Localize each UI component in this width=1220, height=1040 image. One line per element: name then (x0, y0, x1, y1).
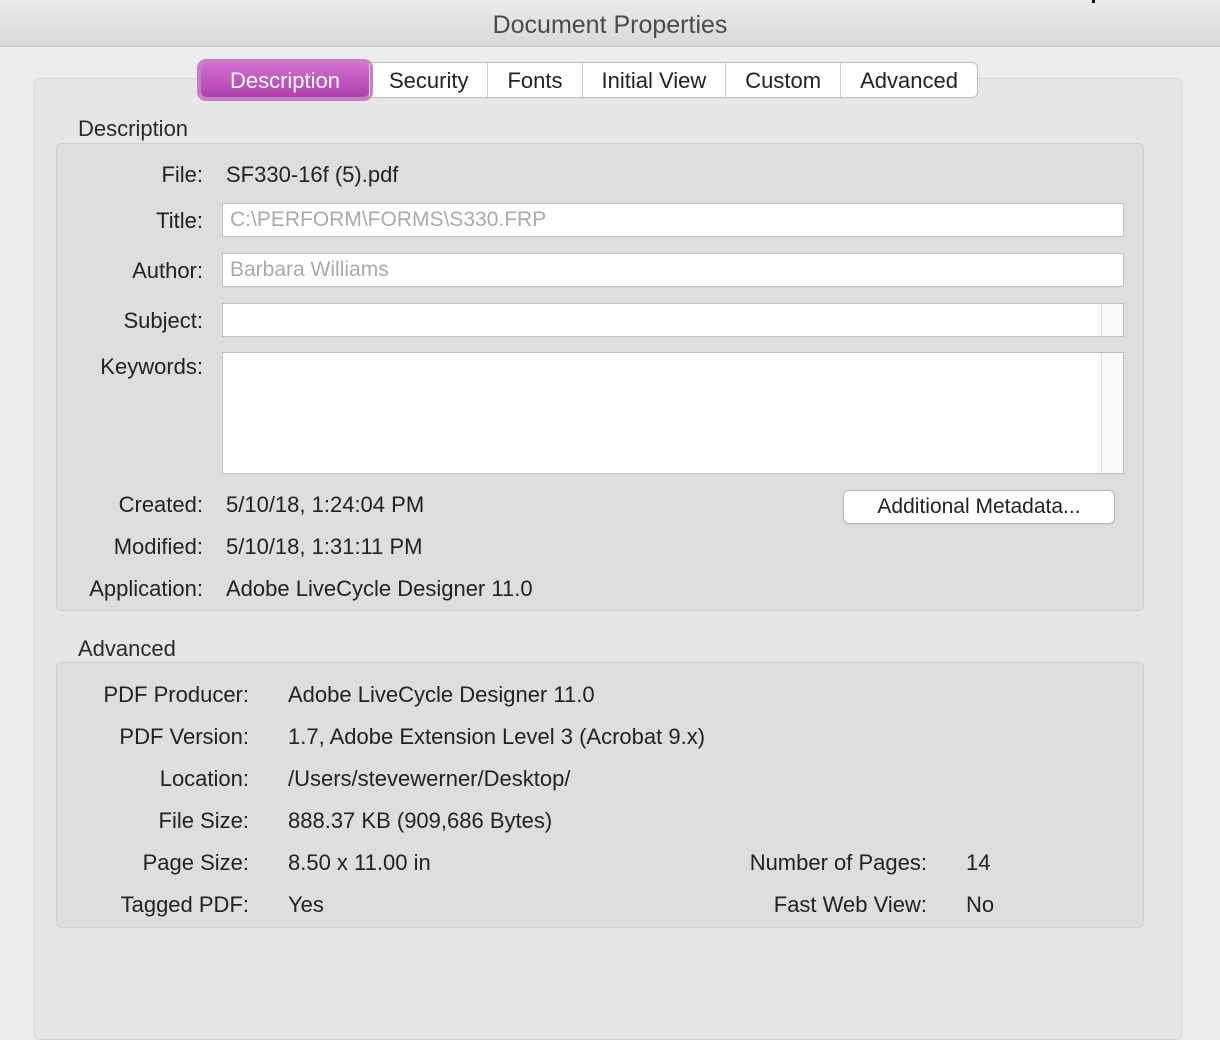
author-field[interactable] (222, 253, 1124, 287)
tab-description[interactable]: Description (201, 63, 369, 97)
tab-bar: Description Security Fonts Initial View … (200, 62, 978, 98)
location-value: /Users/stevewerner/Desktop/ (288, 766, 571, 791)
title-field[interactable] (222, 203, 1124, 237)
window-title: Document Properties (492, 11, 728, 39)
modified-label: Modified: (113, 534, 203, 559)
author-label: Author: (132, 258, 203, 283)
tab-security[interactable]: Security (369, 63, 487, 97)
pdf-version-label: PDF Version: (119, 724, 249, 749)
page-size-label: Page Size: (142, 850, 249, 875)
advanced-section-label: Advanced (78, 636, 176, 661)
document-properties-window: Document Properties Description Security… (0, 0, 1220, 1040)
tagged-pdf-value: Yes (288, 892, 324, 917)
page-size-value: 8.50 x 11.00 in (288, 850, 431, 875)
keywords-label: Keywords: (100, 354, 203, 379)
application-label: Application: (89, 576, 203, 601)
keywords-scrollbar[interactable] (1101, 353, 1123, 473)
pdf-producer-value: Adobe LiveCycle Designer 11.0 (288, 682, 595, 707)
tab-custom[interactable]: Custom (725, 63, 840, 97)
tab-fonts[interactable]: Fonts (487, 63, 581, 97)
application-value: Adobe LiveCycle Designer 11.0 (226, 576, 533, 601)
number-of-pages-value: 14 (966, 850, 991, 875)
description-section-label: Description (78, 116, 189, 141)
number-of-pages-label: Number of Pages: (749, 850, 927, 875)
tab-initial-view[interactable]: Initial View (581, 63, 726, 97)
fast-web-view-label: Fast Web View: (773, 892, 927, 917)
subject-label: Subject: (123, 308, 204, 333)
modified-value: 5/10/18, 1:31:11 PM (226, 534, 423, 559)
corner-mark (1092, 0, 1095, 3)
created-value: 5/10/18, 1:24:04 PM (226, 492, 425, 517)
tab-advanced[interactable]: Advanced (840, 63, 977, 97)
subject-scrollbar[interactable] (1101, 304, 1123, 336)
pdf-producer-label: PDF Producer: (103, 682, 250, 707)
file-size-label: File Size: (158, 808, 249, 833)
window-titlebar[interactable]: Document Properties (0, 0, 1220, 47)
location-label: Location: (159, 766, 249, 791)
file-value: SF330-16f (5).pdf (226, 162, 399, 187)
pdf-version-value: 1.7, Adobe Extension Level 3 (Acrobat 9.… (288, 724, 706, 749)
title-label: Title: (156, 208, 203, 233)
subject-field[interactable] (222, 303, 1124, 337)
fast-web-view-value: No (966, 892, 995, 917)
tagged-pdf-label: Tagged PDF: (120, 892, 249, 917)
file-label: File: (161, 162, 203, 187)
additional-metadata-button[interactable]: Additional Metadata... (843, 490, 1115, 524)
keywords-field[interactable] (222, 352, 1124, 474)
file-size-value: 888.37 KB (909,686 Bytes) (288, 808, 553, 833)
created-label: Created: (118, 492, 203, 517)
